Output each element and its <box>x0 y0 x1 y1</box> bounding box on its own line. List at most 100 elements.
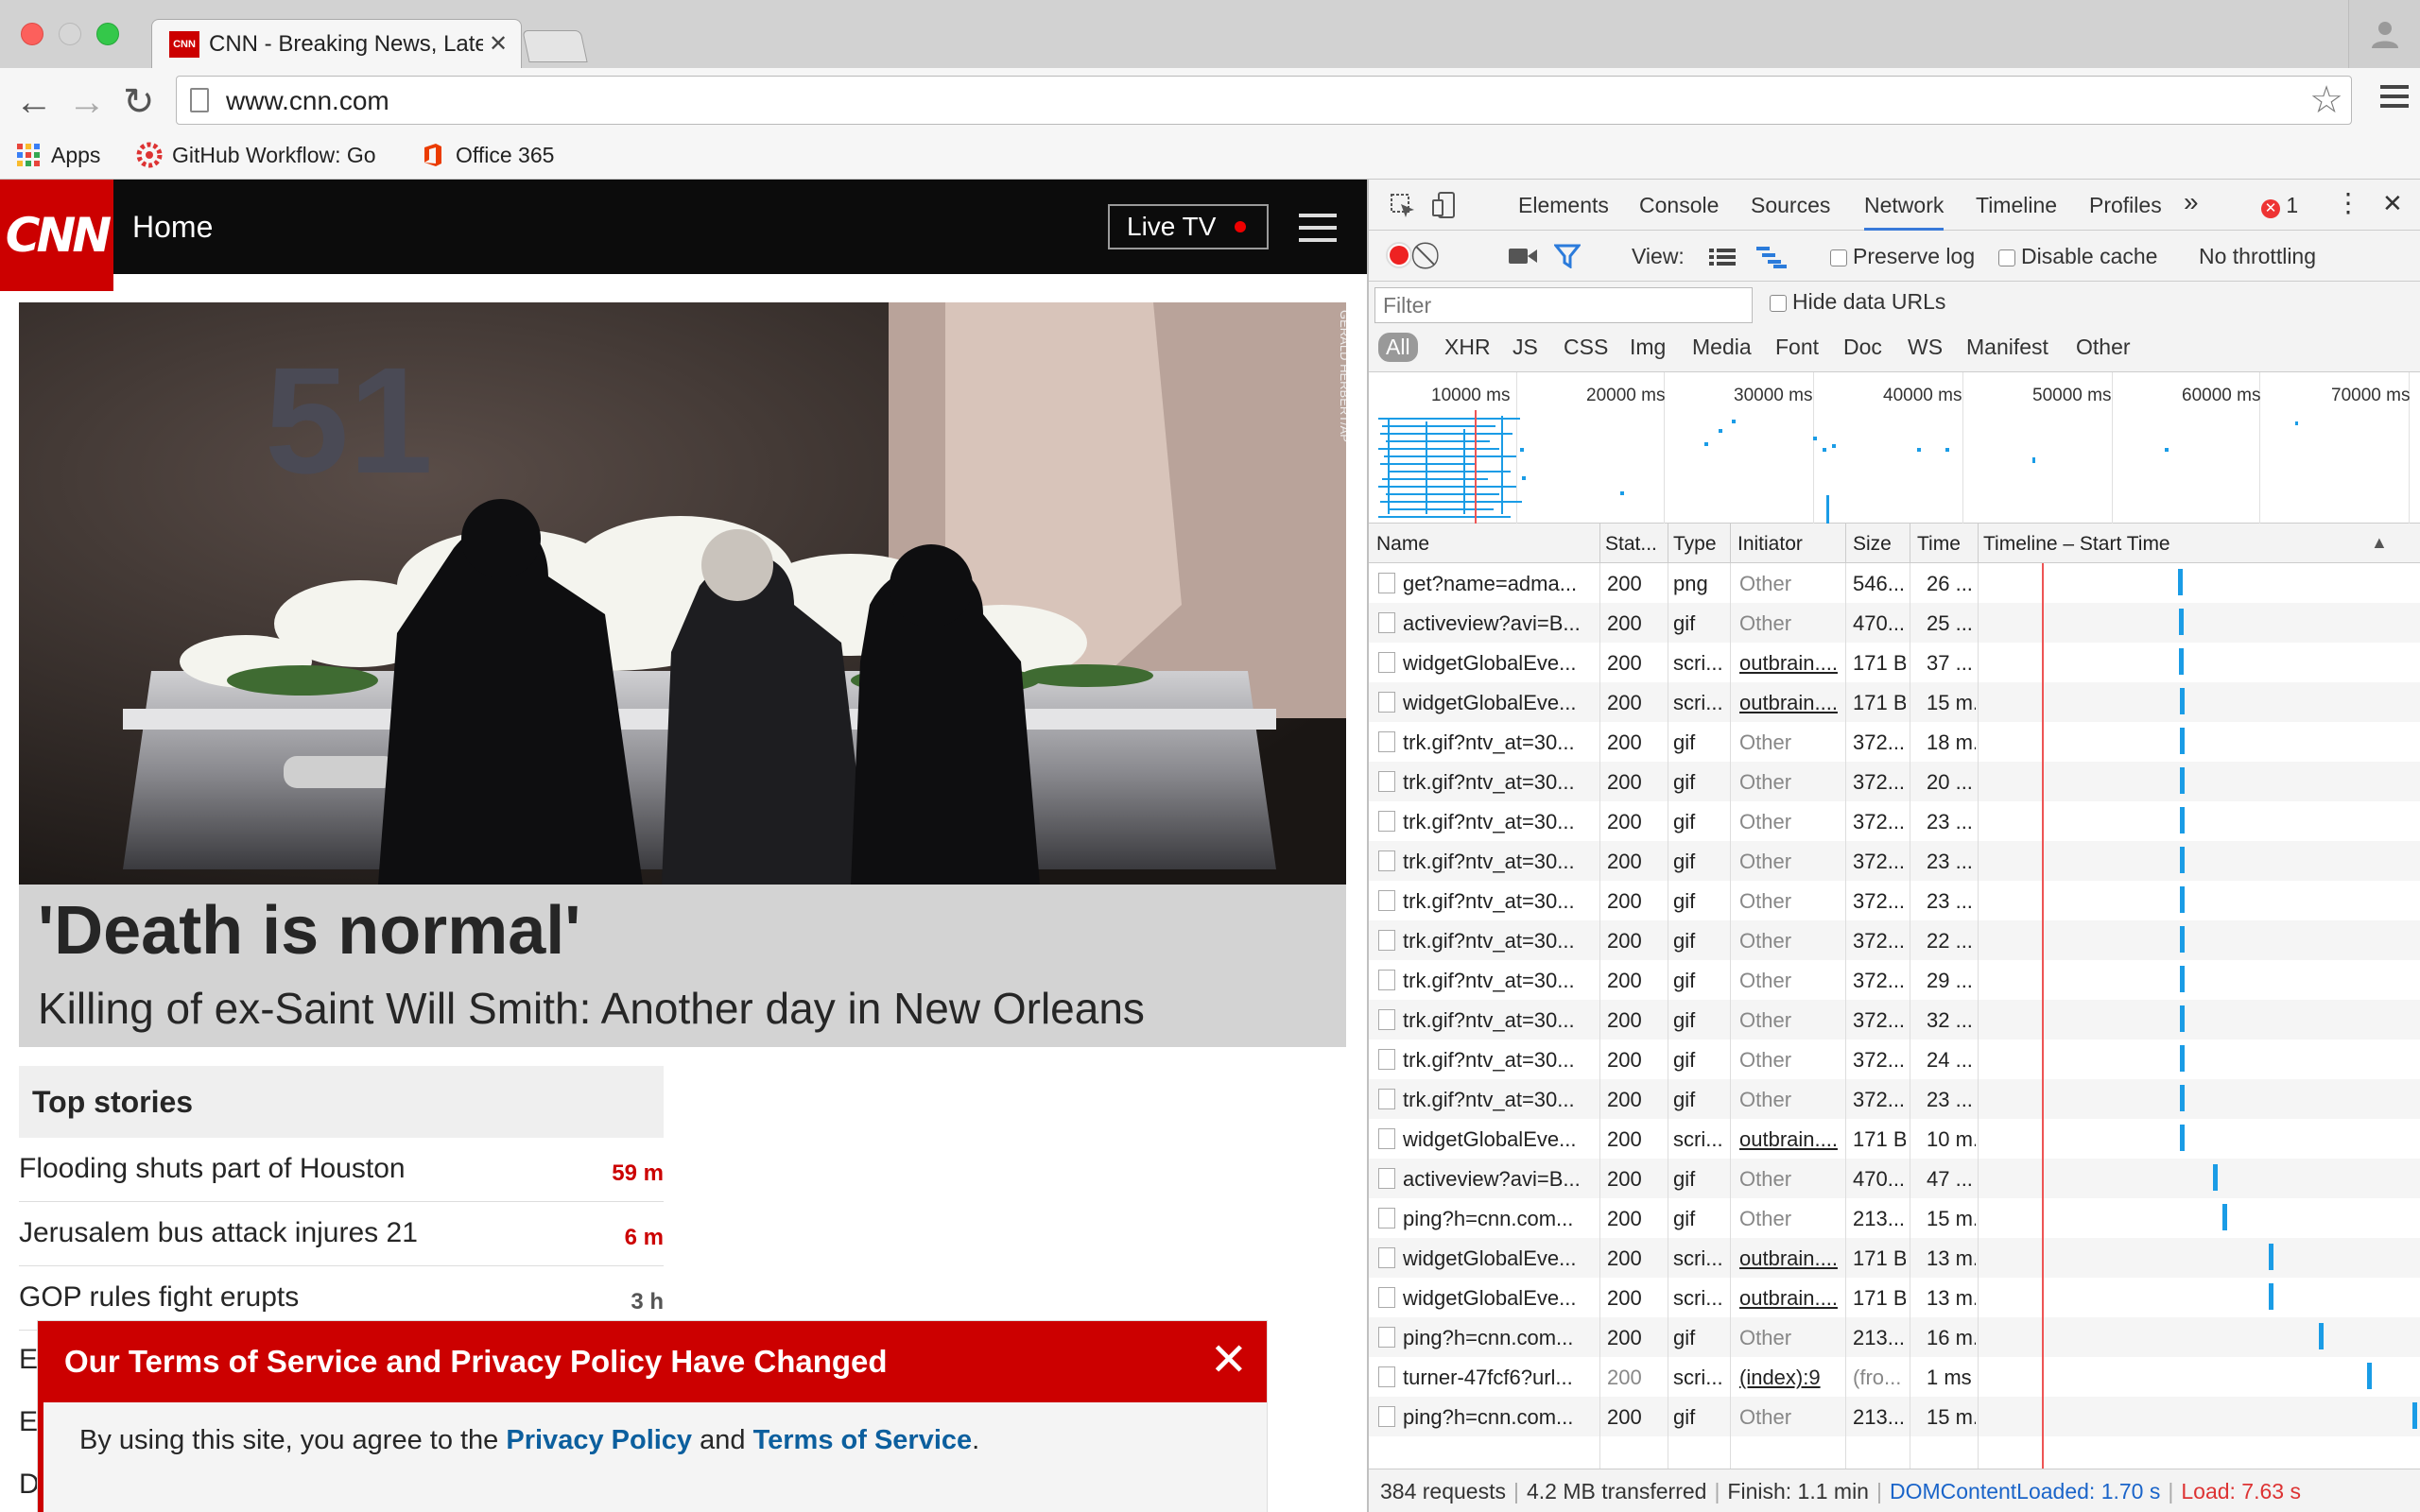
request-initiator[interactable]: outbrain.... <box>1739 651 1841 676</box>
network-row[interactable]: trk.gif?ntv_at=30... 200 gif Other 372... 24 … <box>1369 1040 2420 1079</box>
network-row[interactable]: trk.gif?ntv_at=30... 200 gif Other 372... 23 … <box>1369 881 2420 920</box>
bookmark-star-icon[interactable]: ☆ <box>2309 78 2343 122</box>
story-item[interactable]: Flooding shuts part of Houston 59 m <box>19 1138 664 1202</box>
column-status[interactable]: Stat... <box>1605 533 1657 556</box>
browser-tab-cnn[interactable]: CNN CNN - Breaking News, Latest News and… <box>151 19 522 68</box>
story-fragment[interactable]: D <box>19 1469 40 1501</box>
filter-type-js[interactable]: JS <box>1512 335 1538 360</box>
live-tv-button[interactable]: Live TV <box>1108 204 1269 249</box>
filter-type-doc[interactable]: Doc <box>1843 335 1882 360</box>
story-title[interactable]: Flooding shuts part of Houston <box>19 1153 406 1185</box>
request-initiator[interactable]: outbrain.... <box>1739 1246 1841 1271</box>
filter-type-other[interactable]: Other <box>2076 335 2131 360</box>
column-type[interactable]: Type <box>1673 533 1717 556</box>
tab-timeline[interactable]: Timeline <box>1976 193 2057 218</box>
filter-type-all[interactable]: All <box>1378 333 1418 362</box>
record-icon[interactable] <box>1386 242 1412 268</box>
close-tab-icon[interactable]: ✕ <box>489 30 508 58</box>
tab-elements[interactable]: Elements <box>1518 193 1609 218</box>
preserve-log-checkbox[interactable]: Preserve log <box>1830 244 1975 269</box>
network-row[interactable]: widgetGlobalEve... 200 scri... outbrain....… <box>1369 1278 2420 1317</box>
hamburger-menu-icon[interactable] <box>1299 214 1337 250</box>
hero-caption[interactable]: 'Death is normal' Killing of ex-Saint Wi… <box>19 885 1346 1047</box>
back-arrow-icon[interactable]: ← <box>15 81 53 123</box>
tab-network[interactable]: Network <box>1864 193 1945 231</box>
column-time[interactable]: Time <box>1917 533 1961 556</box>
filter-input[interactable] <box>1374 287 1753 323</box>
cnn-home-link[interactable]: Home <box>132 210 213 245</box>
story-title[interactable]: GOP rules fight erupts <box>19 1281 299 1314</box>
request-initiator[interactable]: outbrain.... <box>1739 691 1841 715</box>
hide-data-urls-checkbox[interactable]: Hide data URLs <box>1770 289 1945 315</box>
network-row[interactable]: trk.gif?ntv_at=30... 200 gif Other 372... 23 … <box>1369 1079 2420 1119</box>
inspect-element-icon[interactable] <box>1390 193 1416 219</box>
network-row[interactable]: trk.gif?ntv_at=30... 200 gif Other 372... 23 … <box>1369 841 2420 881</box>
bookmark-office-365[interactable]: Office 365 <box>420 142 554 168</box>
terms-of-service-link[interactable]: Terms of Service <box>753 1425 973 1455</box>
network-overview[interactable]: 10000 ms 20000 ms 30000 ms 40000 ms 5000… <box>1369 372 2420 524</box>
privacy-policy-link[interactable]: Privacy Policy <box>506 1425 692 1455</box>
column-name[interactable]: Name <box>1376 533 1429 556</box>
hero-headline[interactable]: 'Death is normal' <box>38 892 580 970</box>
new-tab-button[interactable] <box>522 30 588 62</box>
network-row[interactable]: trk.gif?ntv_at=30... 200 gif Other 372... 22 … <box>1369 920 2420 960</box>
filter-type-font[interactable]: Font <box>1775 335 1819 360</box>
network-row[interactable]: get?name=adma... 200 png Other 546... 26 ... <box>1369 563 2420 603</box>
network-row[interactable]: widgetGlobalEve... 200 scri... outbrain....… <box>1369 1238 2420 1278</box>
chrome-menu-icon[interactable] <box>2380 85 2409 113</box>
story-fragment[interactable]: E <box>19 1406 38 1438</box>
error-counter[interactable]: ✕ 1 <box>2261 193 2298 218</box>
profile-button[interactable] <box>2348 0 2420 68</box>
sort-ascending-icon[interactable]: ▲ <box>2371 533 2388 553</box>
waterfall-view-icon[interactable] <box>1756 246 1787 268</box>
cnn-logo[interactable]: CNN <box>0 180 113 291</box>
network-row[interactable]: ping?h=cnn.com... 200 gif Other 213... 16 m..… <box>1369 1317 2420 1357</box>
network-row[interactable]: widgetGlobalEve... 200 scri... outbrain....… <box>1369 643 2420 682</box>
network-row[interactable]: trk.gif?ntv_at=30... 200 gif Other 372... 23 … <box>1369 801 2420 841</box>
story-title[interactable]: Jerusalem bus attack injures 21 <box>19 1217 418 1249</box>
camera-icon[interactable] <box>1509 246 1537 266</box>
close-icon[interactable]: ✕ <box>1210 1338 1248 1383</box>
list-view-icon[interactable] <box>1709 248 1736 266</box>
network-row[interactable]: widgetGlobalEve... 200 scri... outbrain....… <box>1369 1119 2420 1159</box>
network-row[interactable]: turner-47fcf6?url... 200 scri... (index):9 (… <box>1369 1357 2420 1397</box>
hero-subheadline[interactable]: Killing of ex-Saint Will Smith: Another … <box>38 983 1145 1034</box>
network-row[interactable]: trk.gif?ntv_at=30... 200 gif Other 372... 18 … <box>1369 722 2420 762</box>
disable-cache-checkbox[interactable]: Disable cache <box>1998 244 2157 269</box>
filter-type-img[interactable]: Img <box>1630 335 1666 360</box>
column-initiator[interactable]: Initiator <box>1737 533 1803 556</box>
filter-type-ws[interactable]: WS <box>1908 335 1943 360</box>
column-timeline[interactable]: Timeline – Start Time <box>1983 533 2170 556</box>
network-row[interactable]: activeview?avi=B... 200 gif Other 470... 25 .… <box>1369 603 2420 643</box>
story-fragment[interactable]: E <box>19 1344 38 1376</box>
tab-sources[interactable]: Sources <box>1751 193 1830 218</box>
bookmark-apps[interactable]: Apps <box>15 142 100 168</box>
device-mode-icon[interactable] <box>1431 191 1458 219</box>
reload-icon[interactable]: ↻ <box>123 81 155 123</box>
story-item[interactable]: Jerusalem bus attack injures 21 6 m <box>19 1202 664 1266</box>
url-text[interactable]: www.cnn.com <box>226 86 389 116</box>
close-devtools-icon[interactable]: ✕ <box>2382 189 2403 218</box>
forward-arrow-icon[interactable]: → <box>68 81 106 123</box>
network-row[interactable]: widgetGlobalEve... 200 scri... outbrain....… <box>1369 682 2420 722</box>
minimize-window-button[interactable] <box>59 23 81 45</box>
filter-type-manifest[interactable]: Manifest <box>1966 335 2048 360</box>
network-row[interactable]: ping?h=cnn.com... 200 gif Other 213... 15 m..… <box>1369 1198 2420 1238</box>
request-initiator[interactable]: outbrain.... <box>1739 1286 1841 1311</box>
network-row[interactable]: ping?h=cnn.com... 200 gif Other 213... 15 m..… <box>1369 1397 2420 1436</box>
network-row[interactable]: activeview?avi=B... 200 gif Other 470... 47 .… <box>1369 1159 2420 1198</box>
hero-image[interactable]: 51 GERALD HERBERT/AP <box>19 302 1346 885</box>
filter-funnel-icon[interactable] <box>1554 244 1581 268</box>
devtools-menu-icon[interactable]: ⋮ <box>2335 187 2361 218</box>
more-tabs-icon[interactable]: » <box>2184 187 2199 217</box>
request-initiator[interactable]: outbrain.... <box>1739 1127 1841 1152</box>
network-row[interactable]: trk.gif?ntv_at=30... 200 gif Other 372... 32 … <box>1369 1000 2420 1040</box>
maximize-window-button[interactable] <box>96 23 119 45</box>
address-bar[interactable]: www.cnn.com ☆ <box>176 76 2352 125</box>
filter-type-css[interactable]: CSS <box>1564 335 1608 360</box>
bookmark-github-workflow[interactable]: GitHub Workflow: Go <box>136 142 389 168</box>
network-row[interactable]: trk.gif?ntv_at=30... 200 gif Other 372... 29 … <box>1369 960 2420 1000</box>
column-size[interactable]: Size <box>1853 533 1892 556</box>
filter-type-xhr[interactable]: XHR <box>1444 335 1491 360</box>
tab-profiles[interactable]: Profiles <box>2089 193 2162 218</box>
